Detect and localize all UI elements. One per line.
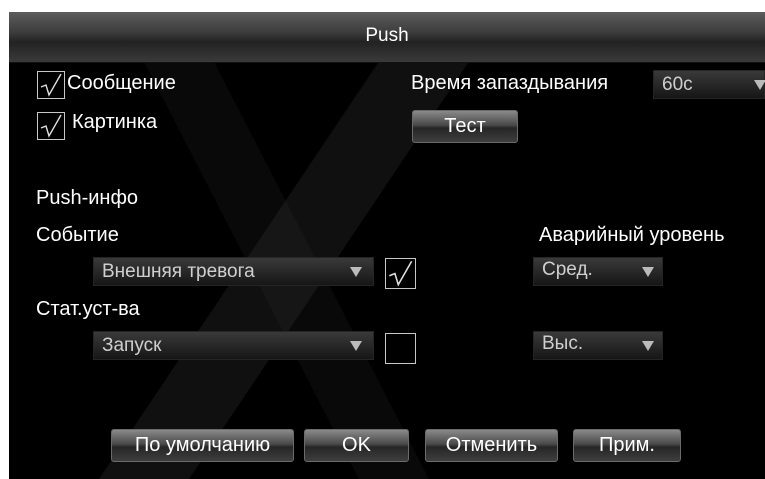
device-status-checkbox[interactable] bbox=[385, 333, 416, 364]
checkmark-icon bbox=[40, 73, 62, 97]
alarm-level-label: Аварийный уровень bbox=[539, 224, 725, 246]
message-label: Сообщение bbox=[67, 72, 176, 94]
checkmark-icon bbox=[40, 114, 62, 138]
triangle-down-icon bbox=[642, 267, 654, 277]
event-level-value: Сред. bbox=[542, 259, 593, 280]
triangle-down-icon bbox=[350, 267, 362, 277]
delay-select[interactable]: 60с bbox=[653, 70, 765, 99]
triangle-down-icon bbox=[754, 80, 765, 90]
checkmark-icon bbox=[389, 260, 413, 287]
message-checkbox[interactable] bbox=[37, 71, 65, 99]
delay-label: Время запаздывания bbox=[411, 72, 609, 94]
default-button[interactable]: По умолчанию bbox=[111, 429, 294, 462]
triangle-down-icon bbox=[642, 341, 654, 351]
push-info-label: Push-инфо bbox=[36, 187, 139, 209]
title-bar: Push bbox=[9, 12, 765, 63]
picture-label: Картинка bbox=[72, 111, 158, 133]
event-value: Внешняя тревога bbox=[102, 261, 255, 282]
device-status-value: Запуск bbox=[102, 335, 162, 356]
dialog-title: Push bbox=[365, 25, 409, 46]
cancel-button[interactable]: Отменить bbox=[425, 429, 558, 462]
event-select[interactable]: Внешняя тревога bbox=[93, 257, 374, 286]
device-level-value: Выс. bbox=[542, 333, 584, 354]
device-level-select[interactable]: Выс. bbox=[533, 331, 663, 360]
device-status-label: Стат.уст-ва bbox=[36, 298, 140, 320]
triangle-down-icon bbox=[350, 341, 362, 351]
picture-checkbox[interactable] bbox=[37, 112, 65, 140]
apply-button[interactable]: Прим. bbox=[573, 429, 681, 462]
device-status-select[interactable]: Запуск bbox=[93, 331, 374, 360]
event-checkbox[interactable] bbox=[385, 258, 416, 289]
push-dialog: Push Сообщение Картинка Время запаздыван… bbox=[9, 12, 765, 479]
test-button[interactable]: Тест bbox=[412, 110, 518, 143]
event-level-select[interactable]: Сред. bbox=[533, 257, 663, 286]
event-label: Событие bbox=[36, 224, 119, 246]
delay-value: 60с bbox=[662, 74, 693, 95]
ok-button[interactable]: OK bbox=[304, 429, 409, 462]
